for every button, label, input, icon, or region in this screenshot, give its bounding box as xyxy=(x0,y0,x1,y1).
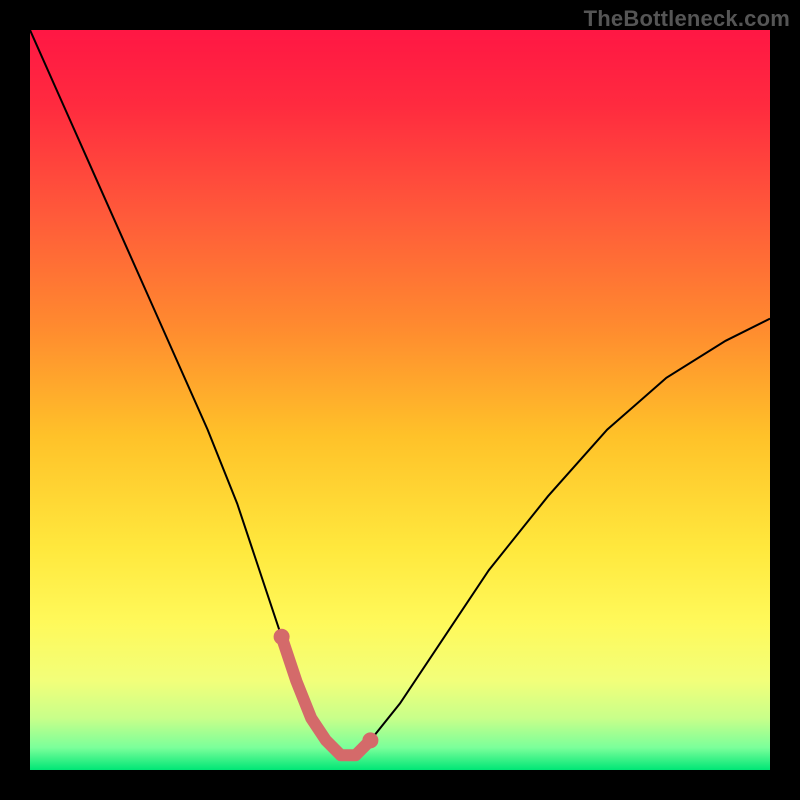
gradient-background xyxy=(30,30,770,770)
chart-svg xyxy=(30,30,770,770)
bottleneck-plot xyxy=(30,30,770,770)
chart-frame: TheBottleneck.com xyxy=(0,0,800,800)
watermark-text: TheBottleneck.com xyxy=(584,6,790,32)
